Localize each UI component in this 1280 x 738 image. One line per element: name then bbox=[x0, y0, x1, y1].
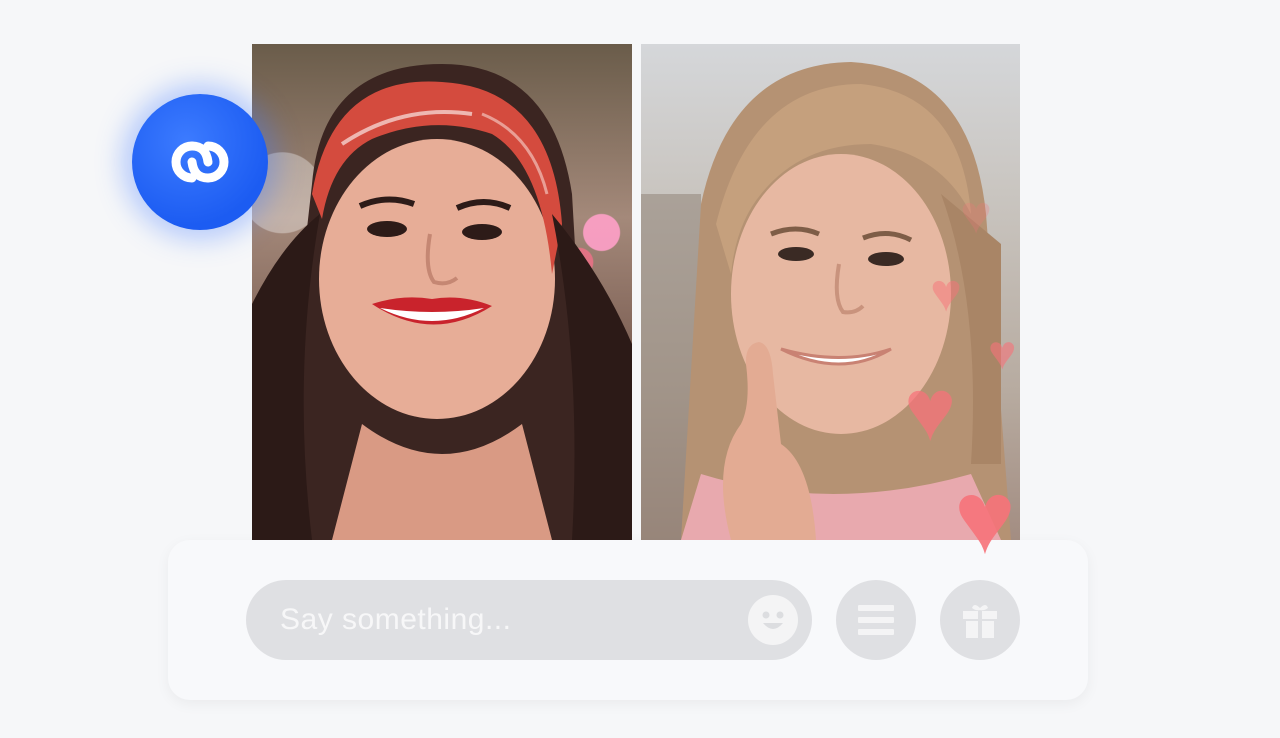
video-chat-mockup: ♥ ♥ ♥ ♥ ♥ Say something... bbox=[0, 0, 1280, 738]
link-rings-icon bbox=[171, 141, 229, 183]
message-placeholder: Say something... bbox=[280, 603, 512, 636]
heart-icon: ♥ bbox=[960, 185, 993, 245]
menu-button[interactable] bbox=[836, 580, 916, 660]
menu-icon bbox=[858, 605, 894, 635]
app-logo-badge bbox=[132, 94, 268, 230]
gift-icon bbox=[963, 605, 997, 638]
emoji-button[interactable] bbox=[748, 595, 798, 645]
video-tile-left[interactable] bbox=[252, 44, 632, 540]
participant-photo bbox=[252, 64, 632, 540]
heart-icon: ♥ bbox=[954, 460, 1016, 576]
message-input[interactable]: Say something... bbox=[246, 580, 812, 660]
gift-button[interactable] bbox=[940, 580, 1020, 660]
heart-icon: ♥ bbox=[904, 360, 957, 459]
heart-icon: ♥ bbox=[930, 263, 963, 323]
smiley-icon bbox=[750, 597, 796, 643]
heart-icon: ♥ bbox=[988, 327, 1017, 380]
